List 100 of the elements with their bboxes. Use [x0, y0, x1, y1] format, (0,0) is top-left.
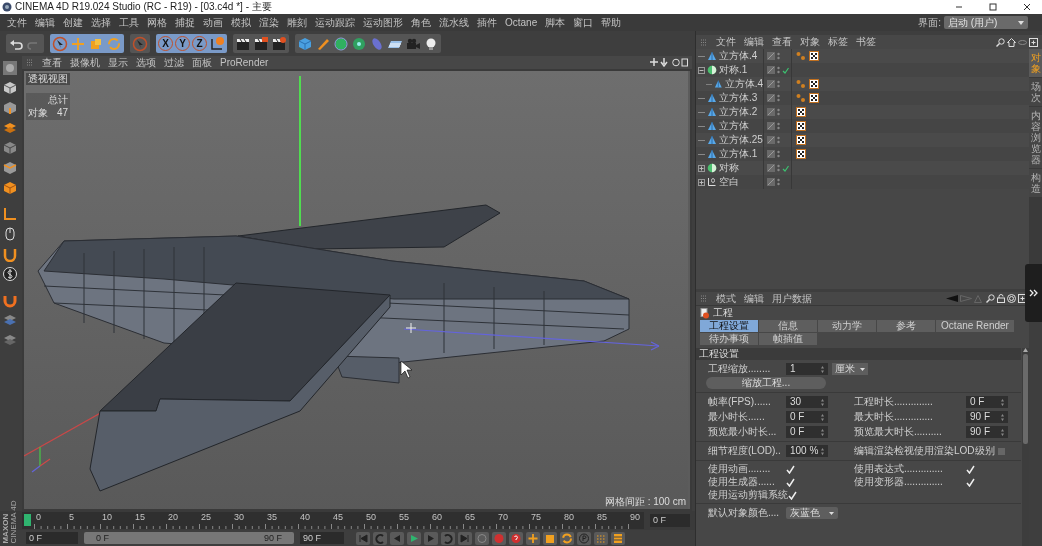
- axis-icon[interactable]: [2, 206, 18, 222]
- scrollbar[interactable]: [1022, 348, 1029, 546]
- sculpt-icon[interactable]: [2, 60, 18, 76]
- menu-item[interactable]: 帮助: [597, 17, 626, 28]
- layer-icon[interactable]: [767, 150, 775, 158]
- object-name[interactable]: 空白: [719, 177, 739, 187]
- visibility-dots-icon[interactable]: [777, 52, 780, 60]
- layer-icon[interactable]: [767, 178, 775, 186]
- object-name[interactable]: 立方体.3: [719, 93, 758, 103]
- menu-item[interactable]: 模式: [712, 293, 740, 304]
- object-name[interactable]: 对称.1: [719, 65, 748, 75]
- number-field[interactable]: 100 %: [786, 445, 828, 457]
- expand-icon[interactable]: [698, 164, 705, 172]
- number-field[interactable]: 0 F: [786, 411, 828, 423]
- menu-item[interactable]: 文件: [712, 37, 740, 47]
- menu-item[interactable]: 运动图形: [359, 17, 407, 28]
- tab[interactable]: 工程设置: [700, 320, 758, 332]
- menu-item[interactable]: 用户数据: [768, 293, 816, 304]
- timeline-ruler[interactable]: 0 5 10 15 20 25 30 35 40 45 50 55 60 65 70 75 80 85 90: [22, 512, 644, 529]
- menu-item[interactable]: 窗口: [569, 17, 598, 28]
- tab[interactable]: 参考: [877, 320, 935, 332]
- checker-tag-icon[interactable]: [796, 149, 806, 159]
- object-name[interactable]: 立方体.1: [719, 149, 758, 159]
- grid-layers-icon[interactable]: [2, 332, 18, 348]
- object-row[interactable]: 立方体.3: [696, 91, 1029, 105]
- timeline-icon[interactable]: [611, 531, 625, 545]
- visibility-dots-icon[interactable]: [777, 164, 780, 172]
- color-dropdown[interactable]: 灰蓝色: [786, 507, 838, 519]
- scale-icon[interactable]: [543, 531, 557, 545]
- cloner-icon[interactable]: [351, 35, 367, 52]
- menu-item[interactable]: 选项: [132, 57, 160, 68]
- checkbox[interactable]: [997, 447, 1005, 455]
- checkmark-icon[interactable]: [782, 164, 789, 172]
- menu-item[interactable]: 查看: [38, 57, 66, 68]
- menu-item[interactable]: 显示: [104, 57, 132, 68]
- previous-frame-icon[interactable]: [390, 531, 404, 545]
- menu-item[interactable]: 流水线: [435, 17, 473, 28]
- object-row[interactable]: 对称: [696, 161, 1029, 175]
- last-frame-icon[interactable]: [458, 531, 472, 545]
- end-frame-field[interactable]: 90 F: [300, 532, 344, 544]
- menu-item[interactable]: 运动跟踪: [311, 17, 359, 28]
- play-icon[interactable]: [407, 531, 421, 545]
- menu-item[interactable]: ProRender: [216, 57, 273, 68]
- visibility-dots-icon[interactable]: [777, 122, 780, 130]
- object-row[interactable]: 立方体: [696, 119, 1029, 133]
- target-icon[interactable]: [1007, 294, 1016, 303]
- visibility-dots-icon[interactable]: [777, 108, 780, 116]
- visibility-dots-icon[interactable]: [777, 150, 780, 158]
- layer-icon[interactable]: [767, 164, 775, 172]
- visibility-dots-icon[interactable]: [777, 178, 780, 186]
- layers-icon[interactable]: [2, 120, 18, 136]
- object-row[interactable]: 立方体.2: [696, 105, 1029, 119]
- checker-tag-icon[interactable]: [809, 79, 819, 89]
- visibility-dots-icon[interactable]: [777, 66, 780, 74]
- next-frame-icon[interactable]: [424, 531, 438, 545]
- cube-icon[interactable]: [2, 160, 18, 176]
- checker-tag-icon[interactable]: [796, 135, 806, 145]
- clapperboard-icon[interactable]: [253, 35, 269, 52]
- current-frame-field[interactable]: 0 F: [650, 514, 690, 527]
- key-icon[interactable]: [475, 531, 489, 545]
- checker-tag-icon[interactable]: [796, 107, 806, 117]
- menu-item[interactable]: 插件: [473, 17, 501, 28]
- menu-item[interactable]: 选择: [87, 17, 115, 28]
- checkbox[interactable]: [966, 477, 975, 487]
- tab[interactable]: Octane Render: [936, 320, 1014, 332]
- menu-item[interactable]: 角色: [407, 17, 435, 28]
- tab[interactable]: 信息: [759, 320, 817, 332]
- number-field[interactable]: 0 F: [966, 396, 1008, 408]
- object-row[interactable]: 对称.1: [696, 63, 1029, 77]
- menu-item[interactable]: 创建: [59, 17, 87, 28]
- visibility-dots-icon[interactable]: [777, 80, 780, 88]
- playhead-marker[interactable]: [24, 514, 31, 526]
- search-icon[interactable]: [986, 294, 995, 303]
- object-row[interactable]: 空白: [696, 175, 1029, 189]
- menu-item[interactable]: 书签: [852, 37, 880, 47]
- number-field[interactable]: 90 F: [966, 426, 1008, 438]
- scrollbar-thumb[interactable]: [1023, 354, 1028, 444]
- menu-item[interactable]: 脚本: [541, 17, 570, 28]
- lock-icon[interactable]: [997, 294, 1005, 303]
- menu-item[interactable]: 查看: [768, 37, 796, 47]
- visibility-dots-icon[interactable]: [777, 136, 780, 144]
- cube-icon[interactable]: [2, 140, 18, 156]
- object-name[interactable]: 对称: [719, 163, 739, 173]
- checker-tag-icon[interactable]: [809, 51, 819, 61]
- cube-icon[interactable]: [2, 100, 18, 116]
- move-icon[interactable]: [526, 531, 540, 545]
- layer-icon[interactable]: [767, 122, 775, 130]
- view-navigation-icon[interactable]: [650, 58, 688, 67]
- object-row[interactable]: 立方体.1: [696, 147, 1029, 161]
- layer-icon[interactable]: [767, 136, 775, 144]
- number-field[interactable]: 90 F: [966, 411, 1008, 423]
- checkbox[interactable]: [966, 464, 975, 474]
- layer-icon[interactable]: [767, 94, 775, 102]
- menu-item[interactable]: 动画: [199, 17, 227, 28]
- subdivision-icon[interactable]: [333, 35, 349, 52]
- checkmark-icon[interactable]: [782, 66, 789, 74]
- side-tab[interactable]: 构造: [1029, 169, 1042, 197]
- unit-dropdown[interactable]: 厘米: [832, 363, 868, 375]
- coordinate-system-icon[interactable]: [209, 35, 225, 52]
- dollar-icon[interactable]: [2, 266, 18, 282]
